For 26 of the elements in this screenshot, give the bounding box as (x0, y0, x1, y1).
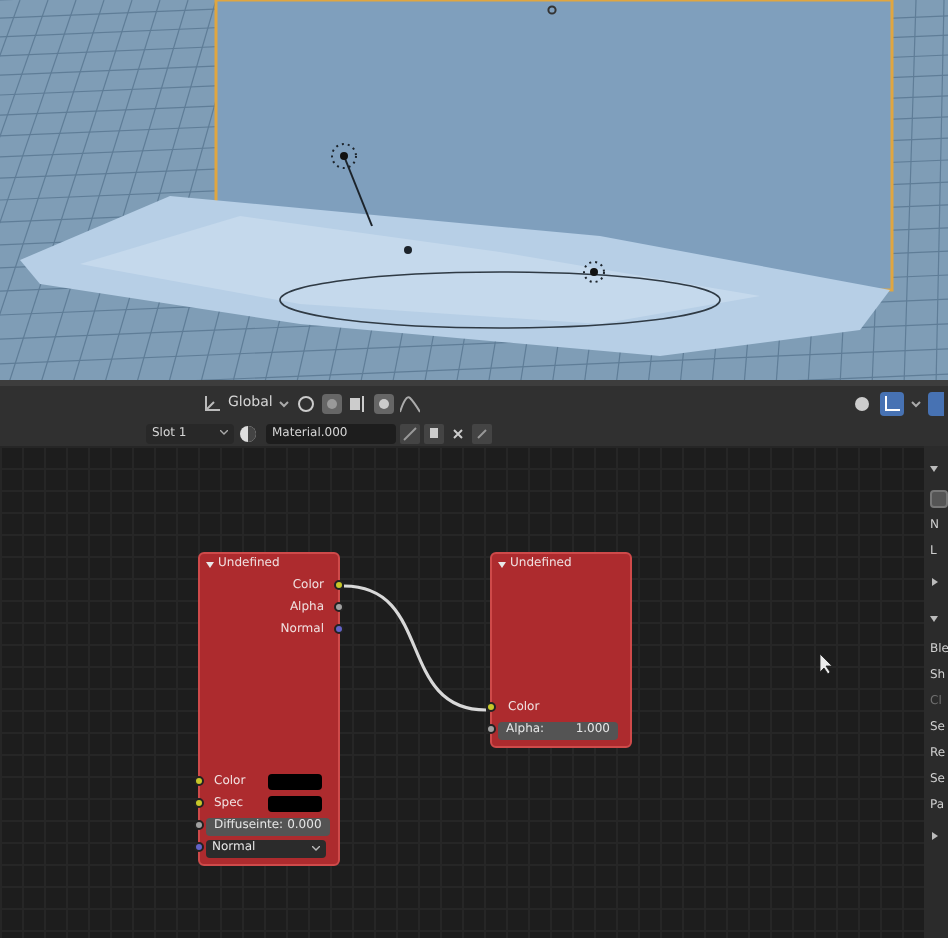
color-swatch[interactable] (268, 774, 322, 790)
overlay-toggle[interactable] (928, 391, 944, 415)
expanded-arrow-icon[interactable] (930, 464, 938, 472)
socket-icon[interactable] (194, 820, 204, 830)
axes-icon[interactable] (202, 393, 222, 413)
expanded-arrow-icon[interactable] (930, 614, 938, 622)
node-link[interactable] (343, 584, 487, 712)
socket-icon[interactable] (194, 776, 204, 786)
close-icon[interactable] (448, 423, 468, 443)
axes-icon (884, 395, 900, 411)
collapse-icon[interactable] (206, 561, 214, 567)
caret-icon (220, 430, 228, 436)
cursor-icon (820, 654, 832, 674)
caret-icon (312, 845, 320, 851)
socket-icon[interactable] (334, 602, 344, 612)
collapse-icon[interactable] (498, 561, 506, 567)
collapsed-arrow-icon[interactable] (930, 832, 938, 840)
collapsed-arrow-icon[interactable] (930, 578, 938, 586)
gizmo-toggle[interactable] (880, 391, 904, 415)
socket-icon[interactable] (194, 798, 204, 808)
socket-icon[interactable] (486, 724, 496, 734)
sphere-icon[interactable] (238, 423, 262, 443)
socket-icon[interactable] (334, 580, 344, 590)
snap-target-icon[interactable] (348, 393, 369, 413)
socket-icon[interactable] (486, 702, 496, 712)
color-swatch[interactable] (268, 796, 322, 812)
